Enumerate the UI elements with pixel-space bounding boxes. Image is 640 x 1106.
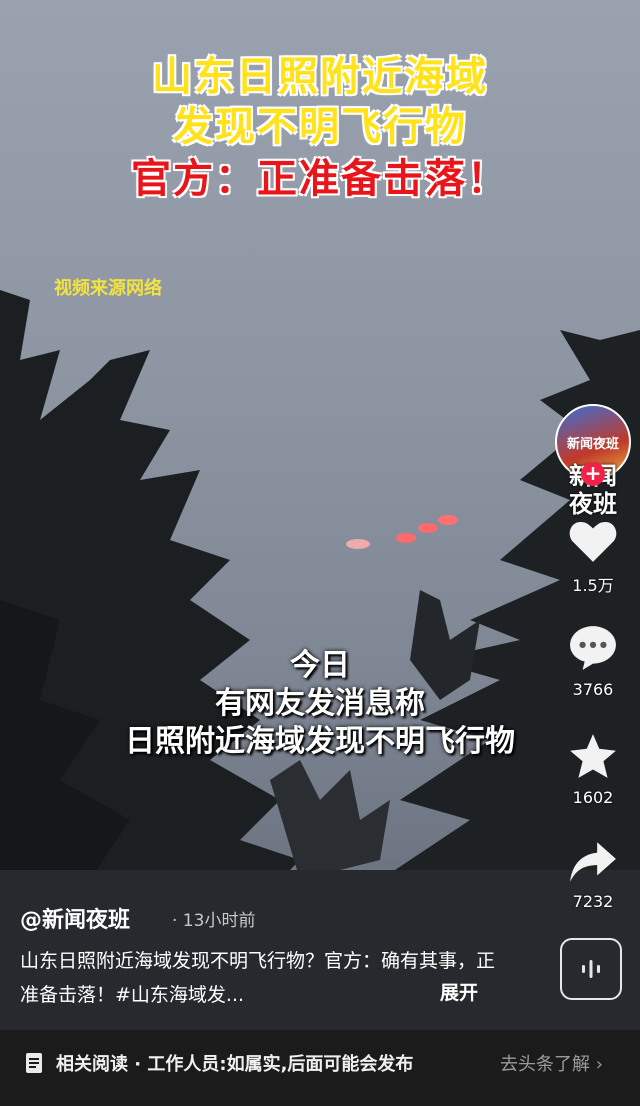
share-count: 7232 bbox=[572, 892, 614, 911]
related-reading-text[interactable]: 相关阅读 · 工作人员:如属实,后面可能会发布 bbox=[56, 1050, 413, 1076]
comment-count: 3766 bbox=[572, 680, 614, 699]
share-icon bbox=[570, 842, 616, 882]
related-reading-bar[interactable]: 相关阅读 · 工作人员:如属实,后面可能会发布 去头条了解 › bbox=[0, 1030, 640, 1106]
video-source-tag: 视频来源网络 bbox=[54, 278, 162, 299]
subtitle-line-3: 日照附近海域发现不明飞行物 bbox=[125, 724, 515, 759]
like-button[interactable]: 1.5万 bbox=[560, 518, 626, 596]
expand-button[interactable]: 展开 bbox=[440, 978, 478, 1005]
follow-button[interactable]: + bbox=[581, 462, 605, 486]
author-name[interactable]: @新闻夜班 bbox=[20, 902, 130, 934]
comment-button[interactable]: 3766 bbox=[560, 624, 626, 699]
share-button[interactable]: 7232 bbox=[560, 840, 626, 911]
channel-tag-line-2: 夜班 bbox=[569, 490, 617, 518]
author-avatar-group[interactable]: 新闻夜班 新闻 夜班 + bbox=[555, 404, 631, 524]
star-icon bbox=[570, 734, 616, 778]
headline-line-3: 官方：正准备击落！ bbox=[131, 156, 509, 202]
favorite-button[interactable]: 1602 bbox=[560, 732, 626, 807]
comment-icon bbox=[570, 626, 616, 670]
like-count: 1.5万 bbox=[572, 576, 614, 595]
favorite-count: 1602 bbox=[572, 788, 614, 807]
headline-line-2: 发现不明飞行物 bbox=[173, 104, 467, 150]
sound-toggle-button[interactable] bbox=[560, 938, 622, 1000]
avatar-label: 新闻夜班 bbox=[566, 436, 619, 452]
post-time: · 13小时前 bbox=[172, 911, 256, 931]
post-description: 山东日照附近海域发现不明飞行物？官方：确有其事，正准备击落！#山东海域发... bbox=[20, 950, 496, 1006]
ufo-lights bbox=[346, 515, 458, 549]
video-screen[interactable]: 山东日照附近海域 发现不明飞行物 官方：正准备击落！ 视频来源网络 今日 有网友… bbox=[0, 0, 640, 1106]
sound-wave-icon bbox=[582, 960, 600, 978]
goto-toutiao-link[interactable]: 去头条了解 › bbox=[500, 1050, 603, 1076]
heart-icon bbox=[569, 522, 617, 562]
doc-icon bbox=[26, 1053, 42, 1073]
